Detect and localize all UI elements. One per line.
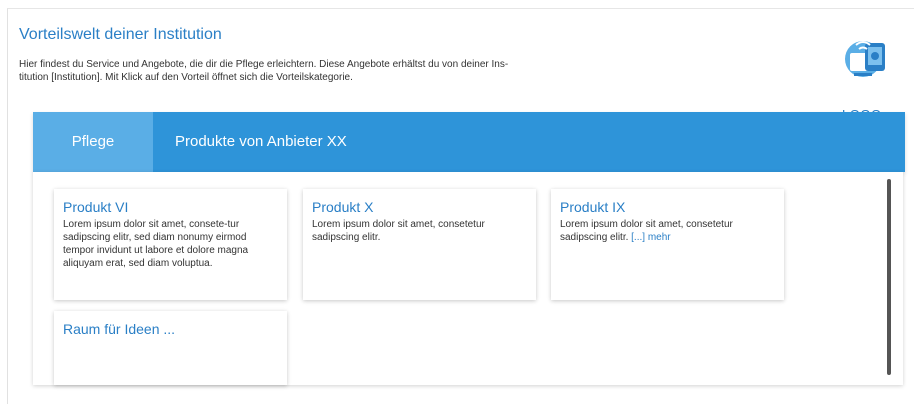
tab-bar: Pflege Produkte von Anbieter XX xyxy=(33,112,905,172)
card-produkt-x[interactable]: Produkt X Lorem ipsum dolor sit amet, co… xyxy=(303,189,536,300)
content-panel: Produkt VI Lorem ipsum dolor sit amet, c… xyxy=(33,172,903,385)
card-text: Lorem ipsum dolor sit amet, consete-tur … xyxy=(63,219,249,269)
page-title: Vorteilswelt deiner Institution xyxy=(19,26,222,43)
card-produkt-ix[interactable]: Produkt IX Lorem ipsum dolor sit amet, c… xyxy=(551,189,784,300)
card-title: Raum für Ideen ... xyxy=(63,321,176,337)
card-raum-fuer-ideen[interactable]: Raum für Ideen ... xyxy=(54,311,287,385)
intro-line-2: titution [Institution]. Mit Klick auf de… xyxy=(19,72,353,83)
card-text: Lorem ipsum dolor sit amet, consetetur s… xyxy=(560,218,775,244)
tab-pflege[interactable]: Pflege xyxy=(33,112,153,172)
card-title: Produkt X xyxy=(312,199,374,215)
scrollbar[interactable] xyxy=(887,179,891,375)
more-link[interactable]: [...] mehr xyxy=(631,232,670,243)
card-title: Produkt IX xyxy=(560,199,626,215)
card-produkt-vi[interactable]: Produkt VI Lorem ipsum dolor sit amet, c… xyxy=(54,189,287,300)
tab-produkte-anbieter[interactable]: Produkte von Anbieter XX xyxy=(153,112,347,172)
intro-text: Hier findest du Service und Angebote, di… xyxy=(19,58,619,84)
intro-line-1: Hier findest du Service und Angebote, di… xyxy=(19,59,509,70)
card-title: Produkt VI xyxy=(63,199,129,215)
card-text: Lorem ipsum dolor sit amet, consetetur s… xyxy=(312,219,485,243)
